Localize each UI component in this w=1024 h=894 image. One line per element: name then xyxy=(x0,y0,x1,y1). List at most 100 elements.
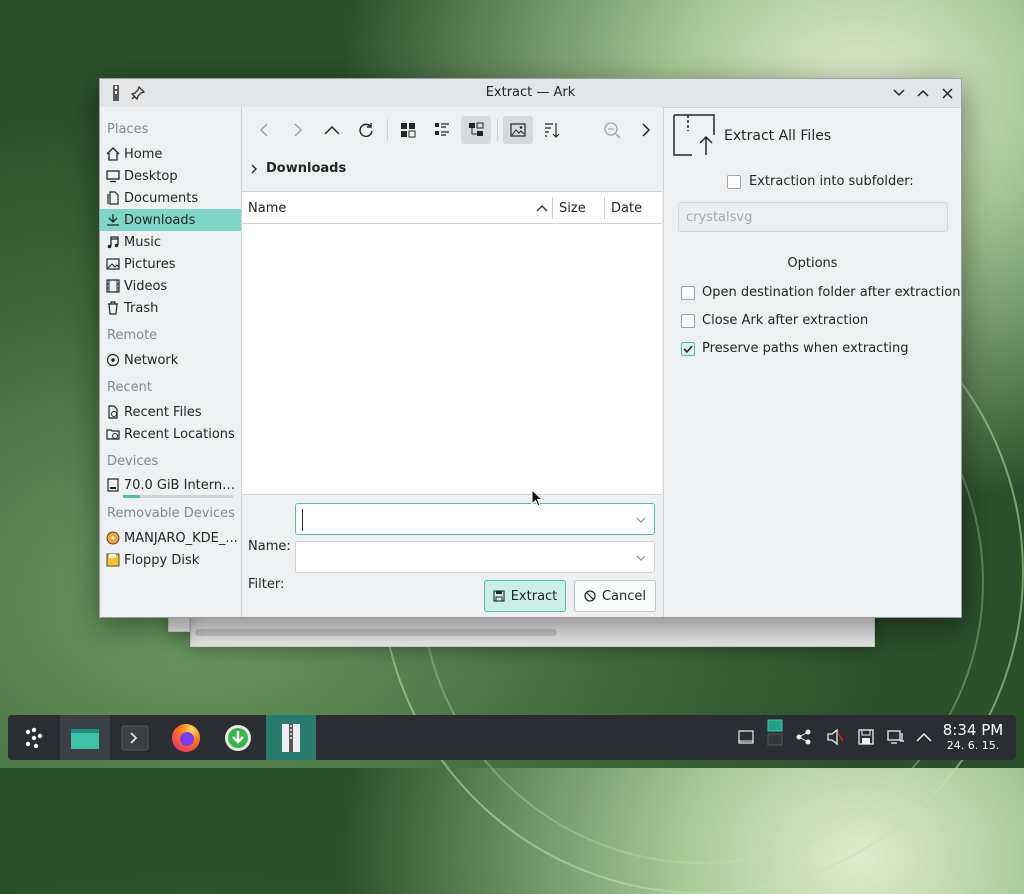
places-item-label: 70.0 GiB Interna... xyxy=(123,477,241,493)
maximize-icon[interactable] xyxy=(913,83,933,103)
close-ark-label: Close Ark after extraction xyxy=(702,313,869,328)
places-item-label: Floppy Disk xyxy=(124,552,200,568)
more-toolbar-button[interactable] xyxy=(631,116,661,144)
task-firefox[interactable] xyxy=(164,715,208,760)
places-panel: Places Home Desktop Documents Downloads … xyxy=(100,107,242,617)
preview-button[interactable] xyxy=(503,116,533,144)
up-button[interactable] xyxy=(317,116,347,144)
places-item-label: Music xyxy=(124,234,161,250)
places-item-internal-drive[interactable]: 70.0 GiB Interna... xyxy=(100,474,241,496)
column-size[interactable]: Size xyxy=(559,201,586,216)
places-item-network[interactable]: Network xyxy=(100,349,241,371)
task-file-manager[interactable] xyxy=(60,715,110,760)
places-item-label: Videos xyxy=(124,278,168,294)
filter-combobox[interactable] xyxy=(295,541,655,573)
sort-ascending-icon[interactable] xyxy=(536,204,548,212)
title-bar[interactable]: Extract — Ark xyxy=(100,79,961,108)
column-header-row: Name Size Date xyxy=(242,192,662,224)
chevron-down-icon[interactable] xyxy=(636,517,646,523)
network-connected-icon[interactable] xyxy=(886,727,906,747)
detailed-view-button[interactable] xyxy=(427,116,457,144)
places-item-label: Documents xyxy=(124,190,199,206)
save-icon xyxy=(493,590,505,602)
file-list[interactable]: Name Size Date xyxy=(242,191,662,495)
ark-icon xyxy=(282,723,300,752)
cancel-button-label: Cancel xyxy=(601,588,647,604)
column-date[interactable]: Date xyxy=(611,201,642,216)
close-ark-checkbox[interactable] xyxy=(681,314,695,328)
places-item-pictures[interactable]: Pictures xyxy=(100,253,241,275)
task-downloader[interactable] xyxy=(216,715,260,760)
folder-icon xyxy=(71,728,99,749)
places-item-label: Network xyxy=(124,352,179,368)
breadcrumb-current[interactable]: Downloads xyxy=(266,161,346,176)
icons-view-button[interactable] xyxy=(393,116,423,144)
tree-icon xyxy=(469,122,484,136)
reload-button[interactable] xyxy=(351,116,381,144)
volume-muted-icon[interactable] xyxy=(825,727,845,747)
app-launcher-button[interactable] xyxy=(12,715,56,760)
task-terminal[interactable] xyxy=(110,715,160,760)
chevron-right-icon xyxy=(642,123,651,137)
floppy-icon xyxy=(105,552,121,568)
virtual-desktop-pager-icon[interactable] xyxy=(765,719,785,746)
horizontal-scrollbar[interactable] xyxy=(195,629,557,636)
places-item-videos[interactable]: Videos xyxy=(100,275,241,297)
places-item-label: MANJARO_KDE_... xyxy=(124,530,238,546)
breadcrumb[interactable]: Downloads xyxy=(250,161,346,176)
capacity-bar xyxy=(123,495,233,498)
zoom-out-icon xyxy=(604,122,621,139)
preserve-paths-checkbox[interactable] xyxy=(681,342,695,356)
forward-button[interactable] xyxy=(283,116,313,144)
subfolder-checkbox[interactable] xyxy=(727,175,741,189)
close-icon[interactable] xyxy=(937,83,957,103)
device-notifier-icon[interactable] xyxy=(856,727,876,747)
drive-icon xyxy=(105,477,121,493)
toolbar-separator xyxy=(497,119,498,141)
cancel-icon xyxy=(584,590,596,602)
extract-button[interactable]: Extract xyxy=(484,580,566,612)
subfolder-input[interactable]: crystalsvg xyxy=(678,202,948,232)
places-item-manjaro-disc[interactable]: MANJARO_KDE_... xyxy=(100,527,241,549)
desktop-icon xyxy=(105,168,121,184)
tree-view-button[interactable] xyxy=(461,116,491,144)
places-item-recent-locations[interactable]: Recent Locations xyxy=(100,423,241,445)
kde-connect-icon[interactable] xyxy=(794,727,814,747)
extract-archive-icon xyxy=(673,114,715,156)
chevron-down-icon[interactable] xyxy=(636,555,646,561)
section-header-remote: Remote xyxy=(107,328,158,343)
zoom-out-button[interactable] xyxy=(597,116,627,144)
chevron-right-icon xyxy=(294,123,303,137)
back-button[interactable] xyxy=(249,116,279,144)
places-item-desktop[interactable]: Desktop xyxy=(100,165,241,187)
places-item-downloads[interactable]: Downloads xyxy=(100,209,241,231)
name-input[interactable] xyxy=(302,509,627,531)
column-name[interactable]: Name xyxy=(248,201,286,216)
places-item-trash[interactable]: Trash xyxy=(100,297,241,319)
filter-input[interactable] xyxy=(302,547,626,569)
cancel-button[interactable]: Cancel xyxy=(574,580,656,612)
documents-icon xyxy=(105,190,121,206)
name-combobox[interactable] xyxy=(295,503,655,535)
sort-button[interactable] xyxy=(537,116,567,144)
places-item-music[interactable]: Music xyxy=(100,231,241,253)
places-item-documents[interactable]: Documents xyxy=(100,187,241,209)
places-item-home[interactable]: Home xyxy=(100,143,241,165)
places-item-floppy[interactable]: Floppy Disk xyxy=(100,549,241,571)
clock[interactable]: 8:34 PM 24. 6. 15. xyxy=(938,721,1008,753)
places-item-recent-files[interactable]: Recent Files xyxy=(100,401,241,423)
open-destination-label: Open destination folder after extraction xyxy=(702,285,961,300)
places-item-label: Trash xyxy=(124,300,159,316)
download-app-icon xyxy=(225,724,251,751)
taskbar: 8:34 PM 24. 6. 15. xyxy=(8,715,1016,760)
expand-tray-icon[interactable] xyxy=(914,727,934,747)
home-icon xyxy=(105,146,121,162)
task-ark[interactable] xyxy=(266,715,316,760)
music-icon xyxy=(105,234,121,250)
minimize-icon[interactable] xyxy=(889,83,909,103)
launcher-icon xyxy=(25,727,43,748)
show-desktop-icon[interactable] xyxy=(736,727,756,747)
pictures-icon xyxy=(105,256,121,272)
open-destination-checkbox[interactable] xyxy=(681,286,695,300)
places-item-label: Recent Locations xyxy=(124,426,235,442)
